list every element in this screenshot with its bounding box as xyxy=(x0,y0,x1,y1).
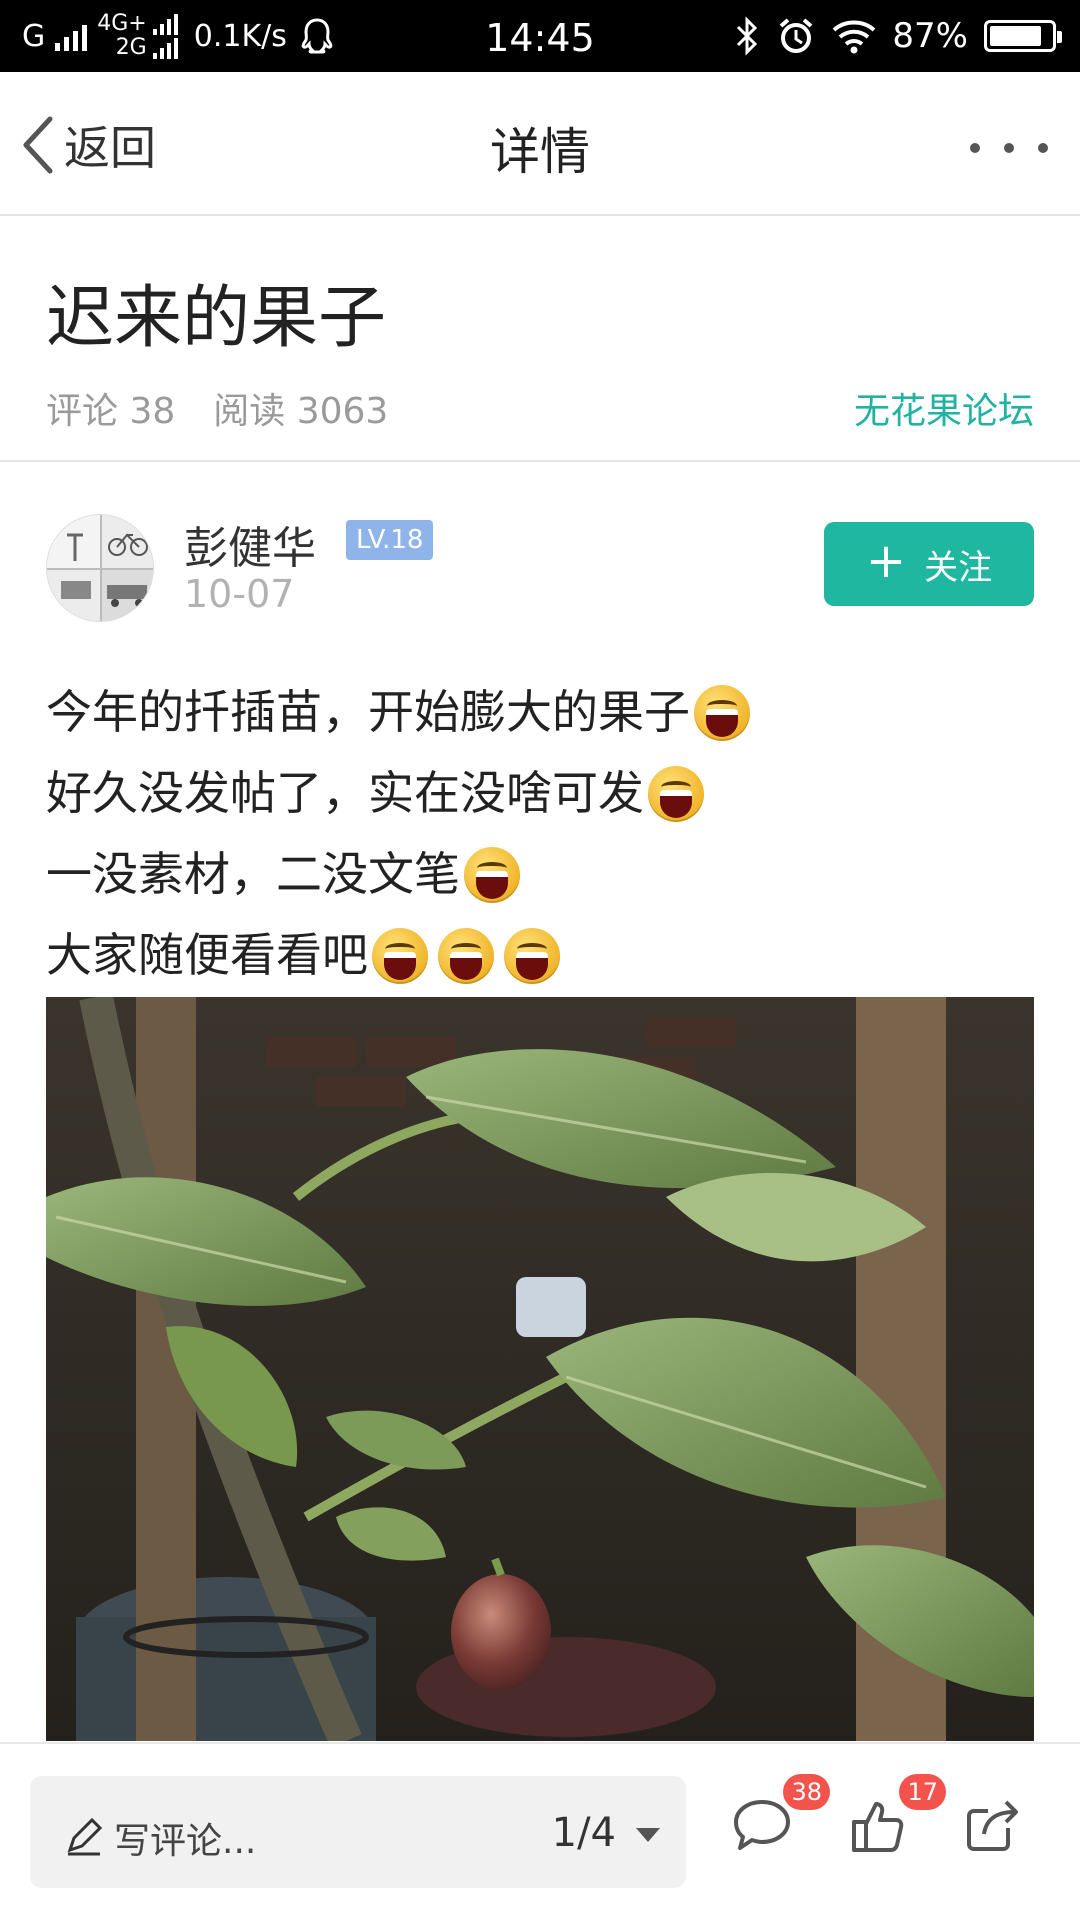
author-name[interactable]: 彭健华 xyxy=(184,512,316,576)
back-label: 返回 xyxy=(64,121,156,175)
carrier-label: G xyxy=(22,18,46,54)
share-button[interactable] xyxy=(962,1794,1042,1874)
post-line-text: 一没素材，二没文笔 xyxy=(46,847,460,901)
network-speed: 0.1K/s xyxy=(193,18,287,54)
forum-link[interactable]: 无花果论坛 xyxy=(854,382,1034,434)
laughing-emoji-icon xyxy=(694,684,750,741)
follow-label: 关注 xyxy=(924,547,993,588)
follow-button[interactable]: + 关注 xyxy=(824,522,1034,606)
author-avatar[interactable] xyxy=(46,514,154,622)
more-menu-button[interactable] xyxy=(964,128,1054,168)
post-body: 今年的扦插苗，开始膨大的果子 好久没发帖了，实在没啥可发 一没素材，二没文笔 大… xyxy=(46,672,1036,996)
more-dot-icon xyxy=(970,143,980,153)
battery-percent: 87% xyxy=(892,16,968,56)
qq-icon xyxy=(301,18,333,54)
laughing-emoji-icon xyxy=(372,927,428,984)
like-count-badge: 17 xyxy=(899,1774,946,1810)
comment-placeholder: 写评论... xyxy=(114,1821,257,1862)
pencil-icon xyxy=(67,1817,103,1856)
thumbs-up-icon xyxy=(852,1802,904,1852)
network-indicators: G 4G+ 2G 0.1K/s xyxy=(22,8,337,64)
nav-bar: 返回 详情 xyxy=(0,72,1080,216)
like-button[interactable]: 17 xyxy=(846,1774,946,1874)
post-line-text: 好久没发帖了，实在没啥可发 xyxy=(46,766,644,820)
bluetooth-icon xyxy=(737,16,758,56)
post-date: 10-07 xyxy=(184,572,295,616)
network-type-label: 4G+ xyxy=(97,11,147,36)
network-type-label: 2G xyxy=(115,35,147,60)
battery-icon xyxy=(984,20,1062,52)
signal-icon xyxy=(152,13,178,35)
comment-input[interactable]: 写评论... 1/4 xyxy=(30,1776,686,1888)
battery-fill xyxy=(990,26,1042,46)
page-title: 详情 xyxy=(490,123,590,181)
divider xyxy=(0,460,1080,462)
post-stats: 评论 38 阅读 3063 xyxy=(46,382,388,434)
signal-icon xyxy=(55,21,88,51)
post-line: 一没素材，二没文笔 xyxy=(46,834,1036,915)
dual-sim-signal: 4G+ 2G xyxy=(97,11,178,60)
share-icon xyxy=(967,1800,1018,1851)
post-photo[interactable] xyxy=(46,997,1034,1741)
back-button[interactable]: 返回 xyxy=(20,110,156,180)
post-line: 好久没发帖了，实在没啥可发 xyxy=(46,753,1036,834)
laughing-emoji-icon xyxy=(648,765,704,822)
more-dot-icon xyxy=(1004,143,1014,153)
chevron-left-icon xyxy=(23,116,53,174)
avatar-image xyxy=(47,515,153,621)
wifi-icon xyxy=(833,20,876,54)
post-line-text: 今年的扦插苗，开始膨大的果子 xyxy=(46,685,690,739)
comment-bubble-icon xyxy=(734,1800,790,1850)
laughing-emoji-icon xyxy=(504,927,560,984)
post-line-text: 大家随便看看吧 xyxy=(46,928,368,982)
bottom-toolbar: 写评论... 1/4 38 17 xyxy=(0,1742,1080,1920)
system-indicators: 87% xyxy=(734,10,1062,62)
signal-icon xyxy=(152,37,178,59)
page-indicator[interactable]: 1/4 xyxy=(552,1810,616,1856)
read-count-label: 阅读 3063 xyxy=(213,391,389,432)
plus-icon: + xyxy=(865,533,907,589)
laughing-emoji-icon xyxy=(438,927,494,984)
post-line: 今年的扦插苗，开始膨大的果子 xyxy=(46,672,1036,753)
comment-count-label: 评论 38 xyxy=(46,391,176,432)
status-bar: G 4G+ 2G 0.1K/s 14:45 87% xyxy=(0,0,1080,72)
more-dot-icon xyxy=(1038,143,1048,153)
laughing-emoji-icon xyxy=(464,846,520,903)
post-title: 迟来的果子 xyxy=(46,279,387,358)
caret-down-icon[interactable] xyxy=(636,1828,660,1842)
level-badge: LV.18 xyxy=(346,520,434,560)
comments-button[interactable]: 38 xyxy=(730,1774,830,1874)
fig-plant-image xyxy=(46,997,1034,1741)
comment-count-badge: 38 xyxy=(783,1774,830,1810)
alarm-icon xyxy=(780,18,813,53)
post-line: 大家随便看看吧 xyxy=(46,915,1036,996)
